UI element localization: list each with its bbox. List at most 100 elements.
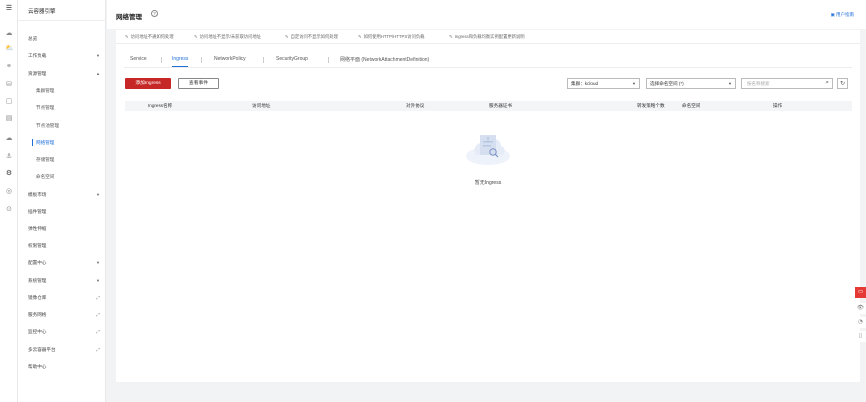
column-header-actions: 操作 [773, 103, 783, 108]
tab-security-group[interactable]: SecurityGroup [276, 56, 308, 62]
globe-icon[interactable]: ◎ [5, 187, 13, 195]
tab-ingress[interactable]: Ingress [172, 56, 189, 67]
sidebar-item-node-mgmt[interactable]: 节点管理 [36, 103, 102, 112]
target-icon[interactable]: ⊙ [5, 205, 13, 213]
sidebar-item-service-mesh[interactable]: 服务网格 ⤢ [28, 310, 102, 319]
chevron-down-icon: ▼ [96, 53, 100, 58]
notice-link[interactable]: ✎ 访问地址不通如何处理 [125, 34, 174, 40]
sidebar-item-label: 配置中心 [28, 260, 47, 265]
search-icon[interactable]: ⌕ [825, 78, 829, 87]
sidebar-item-label: 弹性伸缩 [28, 226, 47, 231]
chevron-down-icon: ▼ [96, 260, 100, 265]
menu-icon[interactable]: ☰ [5, 4, 13, 12]
user-guide-link[interactable]: ▣ 用户指南 [830, 12, 854, 18]
box-icon[interactable]: ▢ [5, 97, 13, 105]
sidebar-brand: 云容器引擎 [28, 9, 56, 15]
svg-text:!: ! [487, 136, 490, 144]
cloud-icon[interactable]: ☁ [5, 29, 13, 37]
divider [18, 20, 106, 21]
divider [263, 57, 264, 63]
namespace-select[interactable]: 选择命名空间 (*) ▼ [646, 78, 736, 89]
cloud-outline-icon[interactable]: ⛅ [5, 44, 14, 52]
add-ingress-button[interactable]: 添加Ingress [125, 78, 171, 89]
notice-text: 如何使用HTTP/HTTPS访问负载 [363, 34, 425, 39]
feedback-icon[interactable]: ▭ [855, 287, 866, 298]
edit-icon: ✎ [194, 34, 198, 39]
sidebar-item-label: 监控中心 [28, 329, 47, 334]
help-icon[interactable]: ? [151, 10, 158, 17]
sidebar-item-multi-cloud[interactable]: 多云容器平台 ⤢ [28, 345, 102, 354]
chat-icon[interactable]: ▯ [855, 331, 866, 342]
database-icon[interactable]: ⛁ [5, 80, 13, 88]
external-link-icon: ⤢ [96, 329, 100, 334]
refresh-button[interactable]: ↻ [837, 78, 848, 89]
sidebar-item-label: 插件管理 [28, 209, 47, 214]
notice-link[interactable]: ✎ Ingress和负载均衡实例配置更新说明 [449, 34, 525, 40]
sidebar-item-label: 总览 [28, 36, 38, 41]
tab-network-plane[interactable]: 网络平面 (NetworkAttachmentDefinition) [340, 56, 429, 63]
cluster-select[interactable]: 集群：kcloud ▼ [567, 78, 640, 89]
sidebar-item-system-mgmt[interactable]: 系统管理 ▼ [28, 276, 102, 285]
sidebar-item-nodepool-mgmt[interactable]: 节点池管理 [36, 121, 102, 130]
divider [328, 57, 329, 63]
sidebar-item-permission-mgmt[interactable]: 权限管理 [28, 241, 102, 250]
sidebar-item-network-mgmt[interactable]: 网络管理 [32, 138, 102, 147]
column-header-address: 访问地址 [252, 103, 271, 108]
anchor-icon[interactable]: ⚓ [5, 152, 13, 160]
external-link-icon: ⤢ [96, 312, 100, 317]
page-header: 网络管理 ? ▣ 用户指南 [107, 0, 866, 29]
sidebar-item-template-market[interactable]: 模板市场 ▼ [28, 190, 102, 199]
headset-icon[interactable]: ◔ [855, 317, 866, 328]
column-header-certificate: 服务器证书 [489, 103, 512, 108]
sidebar-item-cluster-mgmt[interactable]: 集群管理 [36, 86, 102, 95]
notice-link[interactable]: ✎ 自定访问不显示如何处理 [285, 34, 338, 40]
sidebar-item-label: 模板市场 [28, 192, 47, 197]
tab-service[interactable]: Service [130, 56, 147, 62]
sidebar-item-help-center[interactable]: 帮助中心 [28, 362, 102, 371]
floating-toolbar: ▭ 👁 ◔ ▯ [855, 287, 866, 347]
chevron-down-icon: ▼ [96, 278, 100, 283]
notice-link[interactable]: ✎ 访问地址不显示/未获取访问地址 [194, 34, 261, 40]
notice-bar: ✎ 访问地址不通如何处理 ✎ 访问地址不显示/未获取访问地址 ✎ 自定访问不显示如何处… [116, 30, 860, 44]
search-placeholder: 按名称搜索 [747, 81, 770, 86]
network-icon[interactable]: ⚭ [5, 62, 13, 70]
edit-icon: ✎ [449, 34, 453, 39]
search-input[interactable]: 按名称搜索 ⌕ [741, 78, 833, 89]
column-header-rule-count: 转发策略个数 [637, 103, 665, 108]
divider [124, 67, 852, 68]
sidebar-item-namespace[interactable]: 命名空间 [36, 172, 102, 181]
table-header: Ingress名称 访问地址 对外协议 服务器证书 转发策略个数 命名空间 操作 [125, 101, 852, 111]
sidebar-item-workload[interactable]: 工作负载 ▼ [28, 51, 102, 60]
external-link-icon: ⤢ [96, 347, 100, 352]
sidebar-item-image-repo[interactable]: 镜像仓库 ⤢ [28, 293, 102, 302]
edit-icon: ✎ [125, 34, 129, 39]
sidebar-item-storage-mgmt[interactable]: 存储管理 [36, 155, 102, 164]
gear-icon[interactable]: ⚙ [5, 169, 13, 177]
column-header-namespace: 命名空间 [682, 103, 701, 108]
sidebar-item-resource-mgmt[interactable]: 资源管理 ▲ [28, 69, 102, 78]
notice-link[interactable]: ✎ 如何使用HTTP/HTTPS访问负载 [358, 34, 424, 40]
document-icon[interactable]: ▤ [5, 114, 13, 122]
notice-text: 访问地址不通如何处理 [130, 34, 174, 39]
eye-icon[interactable]: 👁 [855, 303, 866, 314]
edit-icon: ✎ [285, 34, 289, 39]
empty-state-text: 暂无Ingress [474, 180, 502, 186]
sidebar-item-label: 权限管理 [28, 243, 47, 248]
sidebar-item-elastic-scaling[interactable]: 弹性伸缩 [28, 224, 102, 233]
tab-network-policy[interactable]: NetworkPolicy [214, 56, 246, 62]
cloud-icon[interactable]: ☁ [5, 134, 13, 142]
sidebar-item-overview[interactable]: 总览 [28, 34, 102, 43]
icon-rail: ☰ ☁ ⛅ ⚭ ⛁ ▢ ▤ ☁ ⚓ ⚙ ◎ ⊙ [0, 0, 18, 402]
sidebar-item-plugin-mgmt[interactable]: 插件管理 [28, 207, 102, 216]
sidebar-item-label: 镜像仓库 [28, 295, 47, 300]
sidebar-item-config-center[interactable]: 配置中心 ▼ [28, 258, 102, 267]
sidebar-item-label: 工作负载 [28, 53, 47, 58]
cluster-select-value: 集群：kcloud [571, 81, 599, 86]
main-card: ✎ 访问地址不通如何处理 ✎ 访问地址不显示/未获取访问地址 ✎ 自定访问不显示如何处… [116, 30, 860, 382]
view-events-button[interactable]: 查看事件 [178, 78, 219, 89]
column-header-protocol: 对外协议 [406, 103, 425, 108]
empty-state-illustration: ! [466, 135, 510, 165]
refresh-icon: ↻ [839, 80, 846, 87]
chevron-up-icon: ▲ [96, 71, 100, 76]
sidebar-item-monitor-center[interactable]: 监控中心 ⤢ [28, 327, 102, 336]
